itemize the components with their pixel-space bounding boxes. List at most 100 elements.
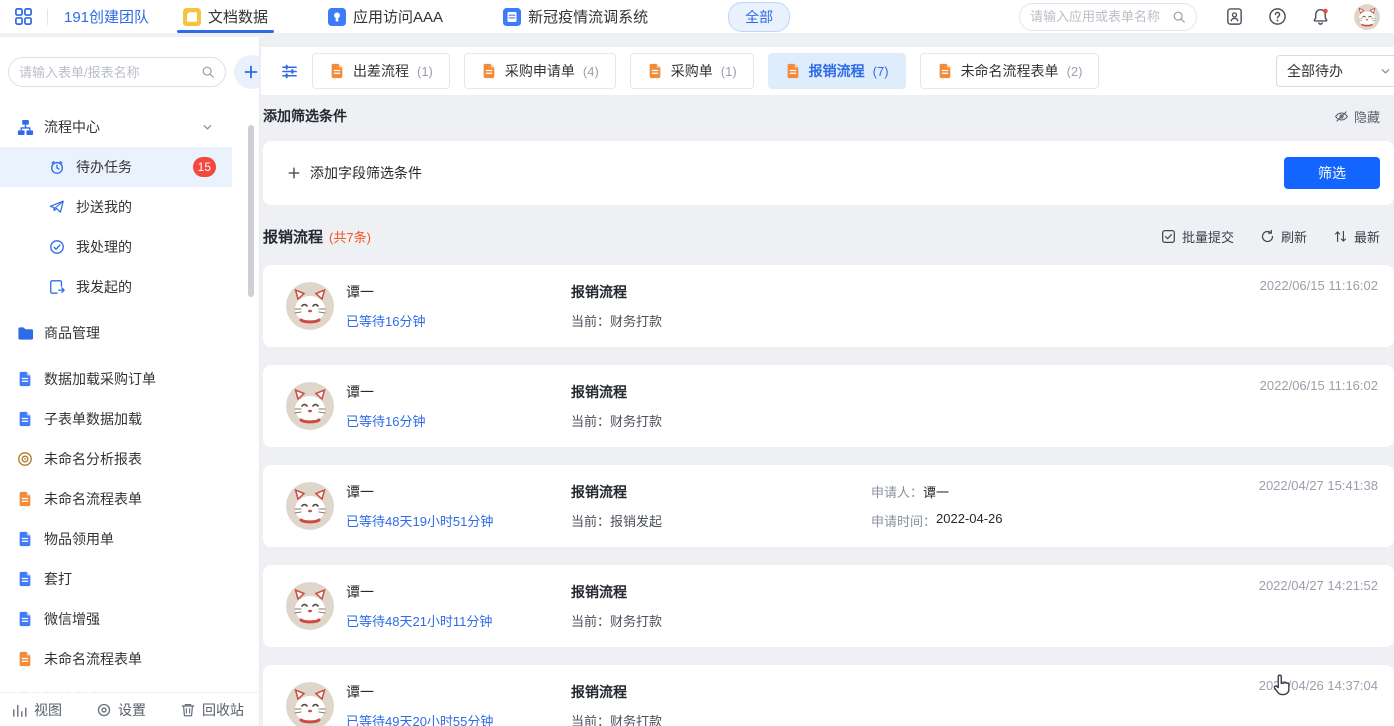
sidebar-scrollbar[interactable] xyxy=(248,125,254,297)
chevron-down-icon[interactable] xyxy=(198,122,216,133)
flow-filter-tab[interactable]: 报销流程(7) xyxy=(768,53,906,89)
task-row[interactable]: 谭一已等待48天19小时51分钟报销流程当前：报销发起申请人：谭一申请时间：20… xyxy=(263,465,1394,547)
task-extra-col: 申请人：谭一申请时间：2022-04-26 xyxy=(871,482,1003,530)
applicant-label: 申请人： xyxy=(871,482,923,501)
task-applicant-line: 申请人：谭一 xyxy=(871,482,1003,501)
filter-apply-button[interactable]: 筛选 xyxy=(1284,157,1380,189)
task-user-col: 谭一已等待49天20小时55分钟 xyxy=(346,682,571,726)
check-circle-icon xyxy=(48,239,66,255)
sidebar-form-item[interactable]: 套打 xyxy=(0,559,232,599)
task-flow-col: 报销流程当前：财务打款 xyxy=(571,282,871,330)
task-flow-title: 报销流程 xyxy=(571,282,871,302)
avatar xyxy=(286,582,334,630)
folder-icon xyxy=(16,325,34,342)
task-timestamp: 2022/04/27 15:41:38 xyxy=(1259,478,1378,493)
app-tab-1[interactable]: 文档数据 xyxy=(177,0,274,33)
sidebar-form-item[interactable]: 未命名分析报表 xyxy=(0,439,232,479)
applicant-value: 谭一 xyxy=(923,482,949,501)
filter-list-icon[interactable] xyxy=(281,63,298,80)
sidebar-form-item[interactable]: 未命名流程表单 xyxy=(0,479,232,519)
task-current-node: 当前：财务打款 xyxy=(571,711,871,726)
sidebar-flow-item[interactable]: 待办任务15 xyxy=(0,147,232,187)
task-row[interactable]: 谭一已等待16分钟报销流程当前：财务打款2022/06/15 11:16:02 xyxy=(263,265,1394,347)
flow-filter-tabs: 出差流程(1) 采购申请单(4) 采购单(1) 报销流程(7) 未命名流程表单(2) xyxy=(298,53,1099,89)
bell-icon[interactable] xyxy=(1311,7,1330,26)
refresh-button[interactable]: 刷新 xyxy=(1260,227,1307,246)
flow-filter-tab[interactable]: 采购申请单(4) xyxy=(464,53,616,89)
batch-submit-button[interactable]: 批量提交 xyxy=(1161,227,1234,246)
refresh-icon xyxy=(1260,229,1275,244)
flow-filter-tab[interactable]: 未命名流程表单(2) xyxy=(920,53,1100,89)
status-filter-select[interactable]: 全部待办 xyxy=(1276,55,1394,87)
sidebar-flow-item[interactable]: 我处理的 xyxy=(0,227,232,267)
sidebar-form-item[interactable]: 物品领用单 xyxy=(0,519,232,559)
hide-filter-button[interactable]: 隐藏 xyxy=(1334,107,1380,126)
flow-filter-tab-label: 报销流程 xyxy=(809,61,865,81)
sidebar-form-label: 未命名分析报表 xyxy=(44,449,142,469)
sidebar-footer-item[interactable]: 视图 xyxy=(12,700,62,720)
flow-filter-tab-row: 出差流程(1) 采购申请单(4) 采购单(1) 报销流程(7) 未命名流程表单(2) 全… xyxy=(261,47,1394,95)
add-form-button[interactable] xyxy=(234,55,260,89)
task-timestamp: 2022/06/15 11:16:02 xyxy=(1260,378,1378,393)
sidebar-form-list: 数据加载采购订单子表单数据加载未命名分析报表未命名流程表单物品领用单套打微信增强… xyxy=(0,359,259,719)
avatar xyxy=(286,482,334,530)
sidebar-form-item[interactable]: 微信增强 xyxy=(0,599,232,639)
flow-filter-tab-label: 未命名流程表单 xyxy=(961,61,1059,81)
task-timestamp: 2022/06/15 11:16:02 xyxy=(1260,278,1378,293)
folder-app-icon xyxy=(183,8,201,26)
sidebar-footer-label: 设置 xyxy=(118,700,146,720)
topbar-search[interactable] xyxy=(1019,3,1197,31)
sort-latest-label: 最新 xyxy=(1354,227,1380,246)
team-name-link[interactable]: 191创建团队 xyxy=(64,6,149,27)
flow-filter-tab[interactable]: 出差流程(1) xyxy=(312,53,450,89)
task-row[interactable]: 谭一已等待16分钟报销流程当前：财务打款2022/06/15 11:16:02 xyxy=(263,365,1394,447)
task-wait-time: 已等待49天20小时55分钟 xyxy=(346,711,571,726)
app-tab-label: 新冠疫情流调系统 xyxy=(528,6,648,27)
task-current-node: 当前：报销发起 xyxy=(571,511,871,530)
topbar-search-input[interactable] xyxy=(1030,9,1166,24)
task-flow-title: 报销流程 xyxy=(571,582,871,602)
sidebar-form-item[interactable]: 数据加载采购订单 xyxy=(0,359,232,399)
search-icon xyxy=(1172,10,1186,24)
task-flow-col: 报销流程当前：财务打款 xyxy=(571,682,871,726)
bars-chart-icon xyxy=(12,702,28,718)
user-avatar[interactable] xyxy=(1354,4,1380,30)
task-row[interactable]: 谭一已等待48天21小时11分钟报销流程当前：财务打款2022/04/27 14… xyxy=(263,565,1394,647)
sidebar-footer-item[interactable]: 回收站 xyxy=(180,700,244,720)
doc-icon-blue xyxy=(16,611,34,627)
sidebar-group-flow-center[interactable]: 流程中心 xyxy=(0,107,232,147)
add-field-filter-button[interactable]: 添加字段筛选条件 xyxy=(287,163,422,183)
sort-latest-button[interactable]: 最新 xyxy=(1333,227,1380,246)
checkbox-check-icon xyxy=(1161,229,1176,244)
app-tab-2[interactable]: 应用访问AAA xyxy=(322,0,449,33)
org-chart-icon xyxy=(16,119,34,136)
all-apps-pill[interactable]: 全部 xyxy=(728,2,790,32)
main-content: 出差流程(1) 采购申请单(4) 采购单(1) 报销流程(7) 未命名流程表单(2) 全… xyxy=(261,37,1394,726)
sidebar-folder-goods[interactable]: 商品管理 xyxy=(0,313,232,353)
apps-grid-icon[interactable] xyxy=(14,7,33,26)
app-tab-label: 应用访问AAA xyxy=(353,6,443,27)
app-tab-3[interactable]: 新冠疫情流调系统 xyxy=(497,0,654,33)
doc-icon-orange xyxy=(647,63,663,79)
task-user-name: 谭一 xyxy=(346,682,571,702)
topbar-icons xyxy=(1225,4,1380,30)
task-wait-time: 已等待48天21小时11分钟 xyxy=(346,611,571,630)
sidebar-search[interactable] xyxy=(8,57,226,87)
chevron-down-icon xyxy=(1380,66,1391,77)
sidebar-item-label: 待办任务 xyxy=(76,157,132,177)
sidebar-flow-item[interactable]: 我发起的 xyxy=(0,267,232,307)
trash-icon xyxy=(180,702,196,718)
sidebar-form-item[interactable]: 子表单数据加载 xyxy=(0,399,232,439)
task-row[interactable]: 谭一已等待49天20小时55分钟报销流程当前：财务打款2022/04/26 14… xyxy=(263,665,1394,726)
contacts-icon[interactable] xyxy=(1225,7,1244,26)
flow-filter-tab[interactable]: 采购单(1) xyxy=(630,53,754,89)
help-icon[interactable] xyxy=(1268,7,1287,26)
doc-send-icon xyxy=(48,279,66,295)
doc-icon-blue xyxy=(16,371,34,387)
sidebar-form-item[interactable]: 未命名流程表单 xyxy=(0,639,232,679)
sidebar-search-input[interactable] xyxy=(19,65,195,80)
sidebar-form-label: 物品领用单 xyxy=(44,529,114,549)
doc-icon-blue xyxy=(16,411,34,427)
sidebar-flow-item[interactable]: 抄送我的 xyxy=(0,187,232,227)
sidebar-footer-item[interactable]: 设置 xyxy=(96,700,146,720)
